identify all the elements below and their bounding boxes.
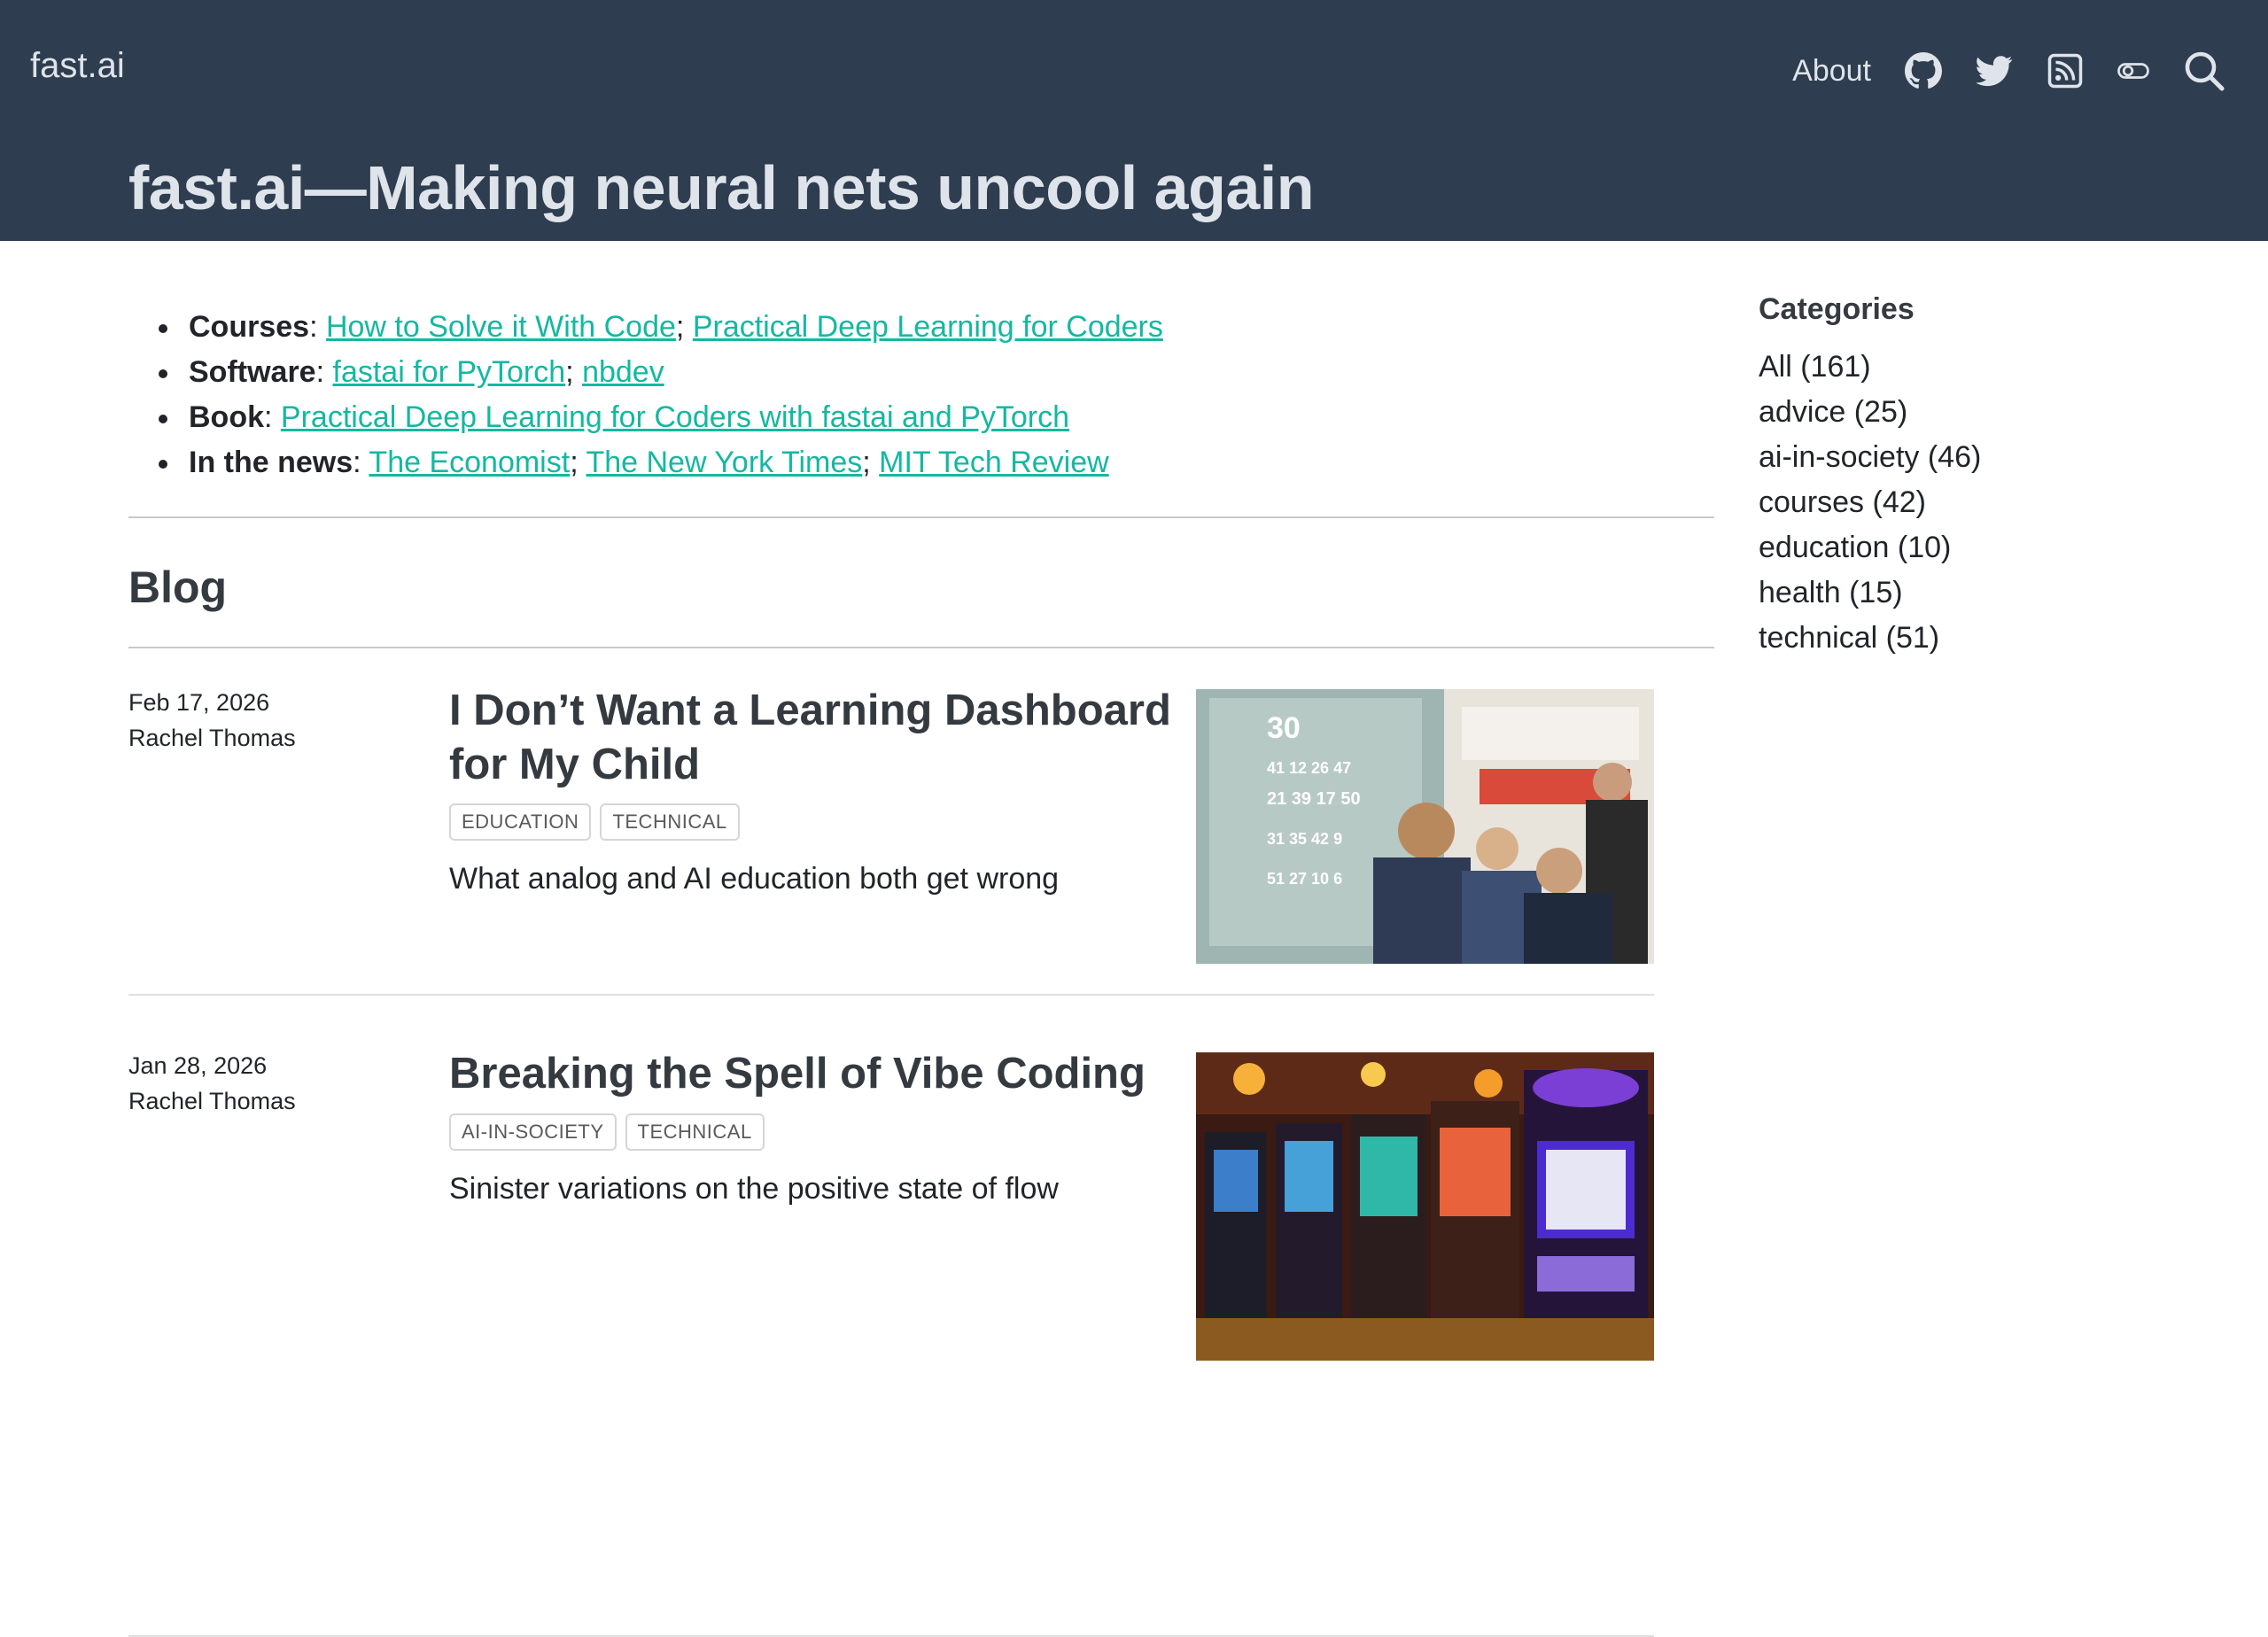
category-all[interactable]: All (161) — [1759, 345, 1981, 390]
blog-heading: Blog — [128, 562, 228, 612]
post-title[interactable]: Breaking the Spell of Vibe Coding — [449, 1047, 1176, 1101]
intro-news: In the news: The Economist; The New York… — [159, 440, 1714, 485]
divider — [128, 994, 1654, 996]
svg-text:30: 30 — [1267, 711, 1301, 745]
category-courses[interactable]: courses (42) — [1759, 480, 1981, 525]
main-content: Courses: How to Solve it With Code; Prac… — [128, 241, 1714, 1637]
category-ai-in-society[interactable]: ai-in-society (46) — [1759, 435, 1981, 480]
post-tags: AI-IN-SOCIETY TECHNICAL — [449, 1113, 765, 1151]
site-brand-link[interactable]: fast.ai — [30, 46, 125, 86]
tag-ai-in-society[interactable]: AI-IN-SOCIETY — [449, 1113, 617, 1151]
intro-book-label: Book — [189, 400, 264, 434]
software-link-nbdev[interactable]: nbdev — [582, 355, 664, 389]
book-link[interactable]: Practical Deep Learning for Coders with … — [281, 400, 1069, 434]
site-header: fast.ai About fast.ai—Making neural nets… — [0, 0, 2268, 241]
github-icon[interactable] — [1905, 52, 1942, 89]
post-tags: EDUCATION TECHNICAL — [449, 803, 740, 841]
top-nav: About — [1792, 44, 2225, 97]
news-link-nyt[interactable]: The New York Times — [586, 446, 862, 479]
tag-technical[interactable]: TECHNICAL — [625, 1113, 765, 1151]
category-list: All (161) advice (25) ai-in-society (46)… — [1759, 345, 1981, 661]
software-link-fastai[interactable]: fastai for PyTorch — [333, 355, 566, 389]
intro-courses: Courses: How to Solve it With Code; Prac… — [159, 305, 1714, 350]
toggle-icon[interactable] — [2117, 52, 2149, 89]
categories-title: Categories — [1759, 292, 1915, 326]
search-icon[interactable] — [2183, 50, 2225, 92]
post-thumbnail[interactable] — [1196, 1052, 1654, 1361]
course-link-solve-it[interactable]: How to Solve it With Code — [326, 310, 676, 344]
tag-education[interactable]: EDUCATION — [449, 803, 592, 841]
divider — [128, 647, 1714, 648]
post-title[interactable]: I Don’t Want a Learning Dashboard for My… — [449, 684, 1176, 792]
intro-book: Book: Practical Deep Learning for Coders… — [159, 395, 1714, 440]
intro-software-label: Software — [189, 355, 316, 389]
news-link-economist[interactable]: The Economist — [369, 446, 570, 479]
intro-courses-label: Courses — [189, 310, 310, 344]
intro-software: Software: fastai for PyTorch; nbdev — [159, 350, 1714, 395]
post-author: Rachel Thomas — [128, 1088, 296, 1114]
intro-list: Courses: How to Solve it With Code; Prac… — [128, 305, 1714, 485]
nav-about-link[interactable]: About — [1792, 54, 1871, 89]
category-education[interactable]: education (10) — [1759, 525, 1981, 570]
news-link-mit[interactable]: MIT Tech Review — [879, 446, 1109, 479]
category-advice[interactable]: advice (25) — [1759, 390, 1981, 435]
intro-news-label: In the news — [189, 446, 353, 479]
post-date: Jan 28, 2026 — [128, 1052, 268, 1079]
blog-post[interactable]: Feb 17, 2026 Rachel Thomas I Don’t Want … — [128, 687, 1654, 1026]
post-description: What analog and AI education both get wr… — [449, 862, 1060, 896]
twitter-icon[interactable] — [1976, 52, 2013, 89]
svg-text:31 35 42 9: 31 35 42 9 — [1267, 830, 1342, 848]
post-thumbnail[interactable]: 30 41 12 26 47 21 39 17 50 31 35 42 9 51… — [1196, 689, 1654, 964]
categories-sidebar: Categories All (161) advice (25) ai-in-s… — [1759, 292, 1981, 661]
post-description: Sinister variations on the positive stat… — [449, 1172, 1059, 1206]
category-technical[interactable]: technical (51) — [1759, 616, 1981, 661]
category-health[interactable]: health (15) — [1759, 570, 1981, 616]
page-title: fast.ai—Making neural nets uncool again — [128, 153, 1314, 222]
blog-post[interactable]: Jan 28, 2026 Rachel Thomas Breaking the … — [128, 1050, 1654, 1637]
post-date: Feb 17, 2026 — [128, 689, 270, 716]
rss-icon[interactable] — [2047, 52, 2084, 89]
tag-technical[interactable]: TECHNICAL — [600, 803, 740, 841]
svg-text:21 39 17 50: 21 39 17 50 — [1267, 789, 1361, 809]
svg-text:41 12 26 47: 41 12 26 47 — [1267, 759, 1351, 777]
course-link-practical-dl[interactable]: Practical Deep Learning for Coders — [693, 310, 1163, 344]
divider — [128, 516, 1714, 518]
post-author: Rachel Thomas — [128, 725, 296, 751]
svg-text:51 27 10 6: 51 27 10 6 — [1267, 870, 1342, 888]
